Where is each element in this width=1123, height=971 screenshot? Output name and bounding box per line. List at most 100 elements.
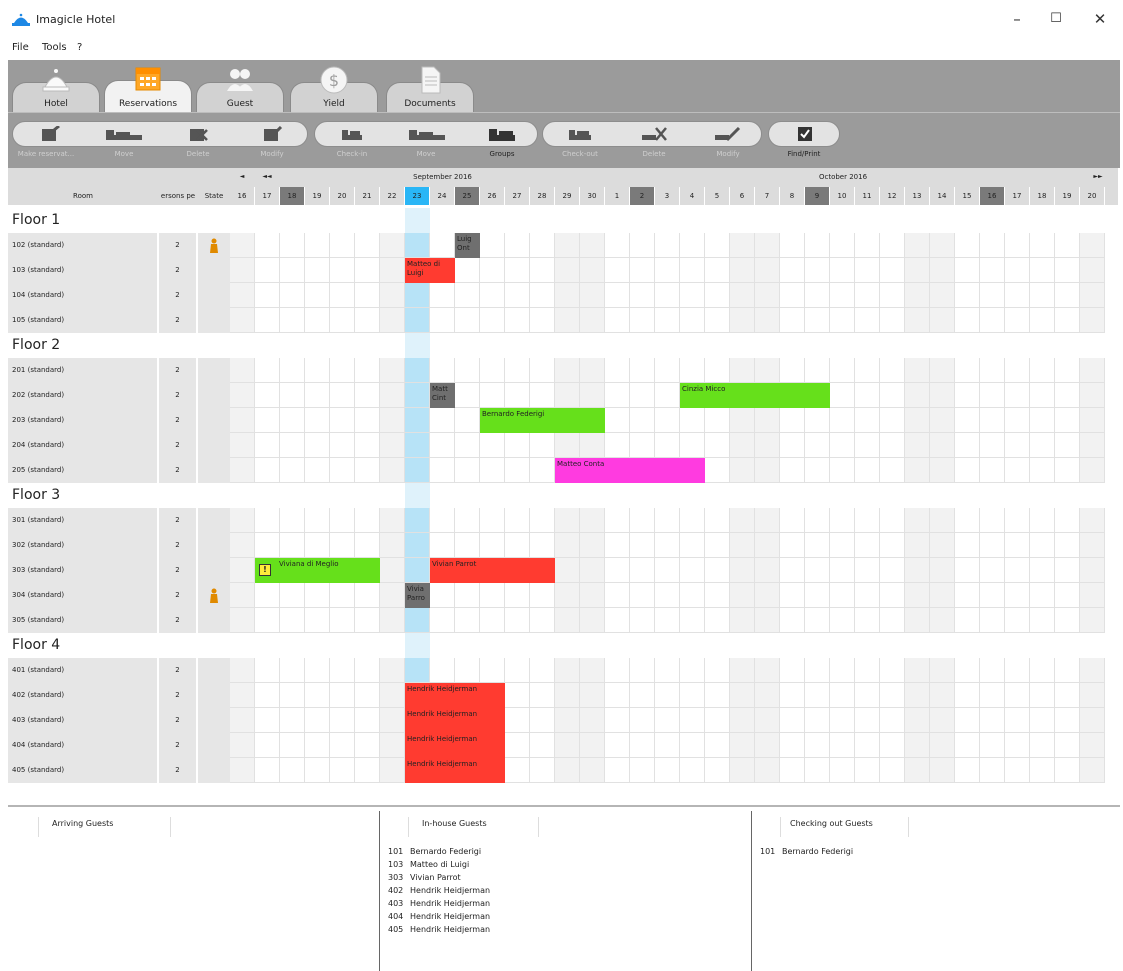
day-cell[interactable] — [1005, 708, 1030, 733]
day-cell[interactable] — [305, 583, 330, 608]
day-cell[interactable] — [505, 233, 530, 258]
day-cell[interactable] — [555, 508, 580, 533]
day-cell[interactable] — [305, 308, 330, 333]
day-cell[interactable] — [430, 608, 455, 633]
day-cell[interactable] — [280, 583, 305, 608]
day-cell[interactable] — [655, 558, 680, 583]
day-cell[interactable] — [755, 533, 780, 558]
day-cell[interactable] — [255, 708, 280, 733]
day-cell[interactable] — [530, 658, 555, 683]
day-cell[interactable] — [455, 658, 480, 683]
day-cell[interactable] — [855, 758, 880, 783]
day-cell[interactable] — [930, 233, 955, 258]
minimize-button[interactable]: – — [1003, 8, 1031, 30]
day-cell[interactable] — [280, 658, 305, 683]
day-cell[interactable] — [1080, 683, 1105, 708]
day-header[interactable]: 17 — [255, 187, 280, 205]
day-cell[interactable] — [805, 558, 830, 583]
day-cell[interactable] — [330, 233, 355, 258]
day-cell[interactable] — [380, 258, 405, 283]
day-header[interactable]: 6 — [730, 187, 755, 205]
room-name[interactable]: 404 (standard) — [8, 733, 158, 758]
make-reservation-button[interactable] — [13, 122, 87, 148]
day-cell[interactable] — [280, 758, 305, 783]
day-cell[interactable] — [730, 683, 755, 708]
reservation-block[interactable]: Cinzia Micco — [680, 383, 830, 408]
day-cell[interactable] — [705, 533, 730, 558]
day-cell[interactable] — [805, 508, 830, 533]
day-cell[interactable] — [255, 508, 280, 533]
day-cell[interactable] — [680, 258, 705, 283]
day-cell[interactable] — [705, 308, 730, 333]
day-cell[interactable] — [480, 458, 505, 483]
day-cell[interactable] — [580, 608, 605, 633]
day-cell[interactable] — [780, 358, 805, 383]
day-cell[interactable] — [805, 608, 830, 633]
day-cell[interactable] — [230, 258, 255, 283]
day-cell[interactable] — [255, 458, 280, 483]
day-cell[interactable] — [680, 308, 705, 333]
day-header[interactable]: 24 — [430, 187, 455, 205]
day-cell[interactable] — [505, 258, 530, 283]
day-cell[interactable] — [1005, 508, 1030, 533]
day-cell[interactable] — [905, 533, 930, 558]
day-cell[interactable] — [730, 758, 755, 783]
day-cell[interactable] — [655, 408, 680, 433]
menu-help[interactable]: ? — [77, 42, 82, 53]
day-header[interactable]: 28 — [530, 187, 555, 205]
day-cell[interactable] — [530, 358, 555, 383]
day-cell[interactable] — [855, 508, 880, 533]
day-cell[interactable] — [1080, 758, 1105, 783]
day-cell[interactable] — [380, 558, 405, 583]
day-header[interactable]: 18 — [280, 187, 305, 205]
day-cell[interactable] — [1080, 658, 1105, 683]
day-cell[interactable] — [405, 383, 430, 408]
day-cell[interactable] — [555, 658, 580, 683]
day-cell[interactable] — [430, 458, 455, 483]
day-cell[interactable] — [955, 233, 980, 258]
day-cell[interactable] — [855, 558, 880, 583]
day-cell[interactable] — [730, 358, 755, 383]
day-cell[interactable] — [930, 758, 955, 783]
day-cell[interactable] — [305, 258, 330, 283]
day-cell[interactable] — [605, 508, 630, 533]
day-cell[interactable] — [355, 608, 380, 633]
day-cell[interactable] — [1055, 758, 1080, 783]
day-cell[interactable] — [530, 383, 555, 408]
prev-week-button[interactable]: ◄ — [230, 168, 254, 186]
delete-reservation-button[interactable] — [161, 122, 235, 148]
day-cell[interactable] — [305, 433, 330, 458]
day-header[interactable]: 29 — [555, 187, 580, 205]
day-cell[interactable] — [1030, 508, 1055, 533]
day-cell[interactable] — [455, 533, 480, 558]
day-cell[interactable] — [880, 283, 905, 308]
room-name[interactable]: 403 (standard) — [8, 708, 158, 733]
day-cell[interactable] — [955, 533, 980, 558]
day-cell[interactable] — [930, 533, 955, 558]
day-cell[interactable] — [355, 758, 380, 783]
day-cell[interactable] — [755, 283, 780, 308]
day-cell[interactable] — [830, 258, 855, 283]
day-cell[interactable] — [630, 233, 655, 258]
day-cell[interactable] — [480, 433, 505, 458]
day-cell[interactable] — [705, 233, 730, 258]
day-cell[interactable] — [980, 733, 1005, 758]
day-cell[interactable] — [530, 533, 555, 558]
day-cell[interactable] — [480, 533, 505, 558]
day-cell[interactable] — [780, 508, 805, 533]
day-cell[interactable] — [230, 558, 255, 583]
day-cell[interactable] — [1080, 308, 1105, 333]
day-cell[interactable] — [680, 758, 705, 783]
day-header[interactable]: 7 — [755, 187, 780, 205]
modify-stay-button[interactable] — [691, 122, 763, 148]
day-cell[interactable] — [805, 458, 830, 483]
day-cell[interactable] — [230, 508, 255, 533]
day-cell[interactable] — [730, 258, 755, 283]
day-cell[interactable] — [655, 683, 680, 708]
day-header[interactable]: 1 — [605, 187, 630, 205]
day-cell[interactable] — [980, 508, 1005, 533]
day-cell[interactable] — [1055, 308, 1080, 333]
day-cell[interactable] — [530, 258, 555, 283]
day-cell[interactable] — [955, 608, 980, 633]
day-cell[interactable] — [930, 383, 955, 408]
